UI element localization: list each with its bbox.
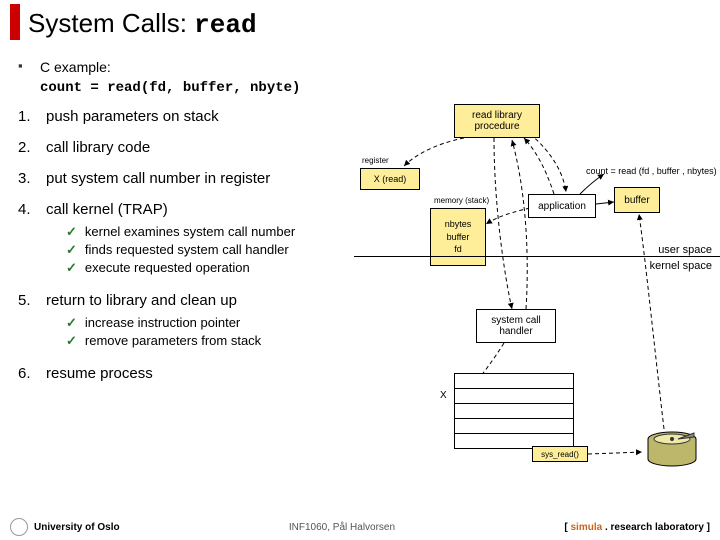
sub-item: ✓ finds requested system call handler [66,242,358,258]
mem-row-1: buffer [447,231,470,244]
step-text: call library code [46,139,358,156]
kernel-space-label: kernel space [612,260,712,272]
uio-seal-icon [10,518,28,536]
buffer-box: buffer [614,187,660,213]
simula-brand: simula [570,522,602,533]
simula-post: . research laboratory ] [602,522,710,533]
sch-label: system call handler [477,315,555,337]
buffer-label: buffer [624,195,649,206]
app-label: application [538,201,586,212]
step-body: push parameters on stack [46,108,358,125]
memory-stack-box: nbytes buffer fd [430,208,486,266]
user-space-label: user space [612,244,712,256]
step-body: call kernel (TRAP) ✓ kernel examines syste… [46,201,358,278]
sub-text: remove parameters from stack [85,333,261,349]
step-text: push parameters on stack [46,108,358,125]
step-text: put system call number in register [46,170,358,187]
lib-label: read library procedure [455,110,539,132]
footer-left: University of Oslo [10,518,120,536]
read-library-box: read library procedure [454,104,540,138]
step-item: put system call number in register [18,170,358,187]
title-code: read [194,10,256,40]
step-text: resume process [46,365,358,382]
footer: University of Oslo INF1060, Pål Halvorse… [0,514,720,540]
check-icon: ✓ [66,224,77,240]
sub-text: finds requested system call handler [85,242,289,258]
step-item: resume process [18,365,358,382]
application-box: application [528,194,596,218]
table-row [454,418,574,434]
check-icon: ✓ [66,242,77,258]
intro-row: ▪ C example: count = read(fd, buffer, nb… [18,58,358,98]
step-item: push parameters on stack [18,108,358,125]
disk-icon [644,429,700,473]
intro-label: C example: [40,59,111,75]
steps-column: ▪ C example: count = read(fd, buffer, nb… [18,58,358,396]
register-box: X (read) [360,168,420,190]
register-label: register [362,156,389,165]
sub-text: execute requested operation [85,260,250,276]
check-icon: ✓ [66,315,77,331]
check-icon: ✓ [66,260,77,276]
diagram-area: read library procedure register X (read)… [354,104,720,484]
sysread-label: sys_read() [541,450,579,459]
step-text: return to library and clean up [46,292,358,309]
step-item: return to library and clean up ✓ increase … [18,292,358,351]
title-prefix: System Calls: [28,8,194,38]
table-row [454,403,574,419]
step-body: return to library and clean up ✓ increase … [46,292,358,351]
bullet-square: ▪ [18,58,40,98]
step-sublist: ✓ kernel examines system call number ✓ find… [66,224,358,276]
footer-center: INF1060, Pål Halvorsen [289,522,395,533]
step-body: call library code [46,139,358,156]
mem-row-2: fd [454,243,462,256]
space-divider [354,256,720,257]
table-row [454,373,574,389]
steps-list: push parameters on stack call library cod… [18,108,358,382]
content-area: ▪ C example: count = read(fd, buffer, nb… [0,44,720,524]
intro-body: C example: count = read(fd, buffer, nbyt… [40,58,358,98]
accent-bar [10,4,20,40]
step-text: call kernel (TRAP) [46,201,358,218]
register-value: X (read) [374,174,407,184]
sub-item: ✓ execute requested operation [66,260,358,276]
footer-right: [ simula . research laboratory ] [564,522,710,533]
page-title: System Calls: read [0,0,720,44]
sub-item: ✓ increase instruction pointer [66,315,358,331]
step-item: call kernel (TRAP) ✓ kernel examines syste… [18,201,358,278]
count-code: count = read (fd , buffer , nbytes) [586,166,717,176]
sysread-box: sys_read() [532,446,588,462]
memory-label: memory (stack) [434,196,489,205]
syscall-table [454,374,574,449]
table-row [454,388,574,404]
sub-text: kernel examines system call number [85,224,295,240]
syscall-handler-box: system call handler [476,309,556,343]
table-x-label: X [440,390,447,401]
sub-item: ✓ kernel examines system call number [66,224,358,240]
mem-row-0: nbytes [445,218,472,231]
step-body: resume process [46,365,358,382]
step-sublist: ✓ increase instruction pointer ✓ remove par… [66,315,358,349]
check-icon: ✓ [66,333,77,349]
uio-text: University of Oslo [34,522,120,533]
intro-code: count = read(fd, buffer, nbyte) [40,80,300,96]
sub-text: increase instruction pointer [85,315,240,331]
step-item: call library code [18,139,358,156]
sub-item: ✓ remove parameters from stack [66,333,358,349]
step-body: put system call number in register [46,170,358,187]
